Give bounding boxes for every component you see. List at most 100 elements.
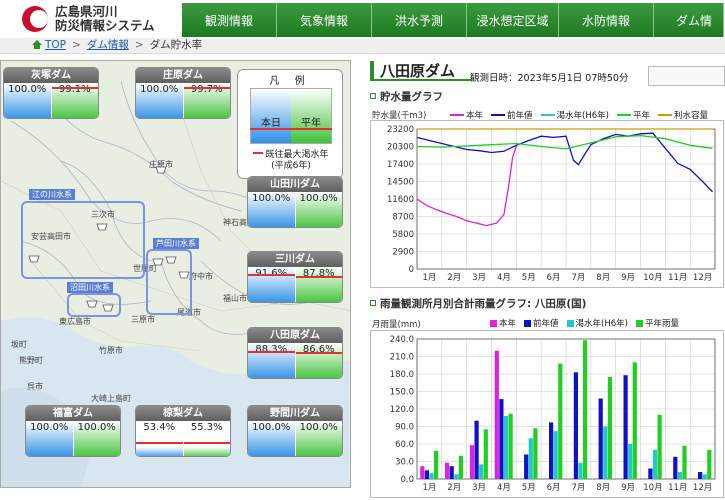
- bar: [623, 375, 628, 479]
- y-tick-label: 60.0: [395, 440, 414, 450]
- dam-average-gauge: 55.3%: [183, 421, 230, 456]
- water-system-region-nutada[interactable]: [67, 293, 121, 317]
- dam-detail-title: 八田原ダム: [370, 61, 472, 81]
- dam-map[interactable]: 庄原市 三次市 安芸高田市 世羅町 府中市 神石高原町 福山市 尾道市 三原市 …: [0, 60, 351, 488]
- bar: [445, 462, 450, 479]
- legend-average-label: 平年: [301, 118, 321, 129]
- bar: [429, 473, 434, 479]
- logo[interactable]: [22, 6, 48, 32]
- dam-name: 福富ダム: [26, 406, 120, 421]
- water-system-ashida[interactable]: 芦田川水系: [153, 238, 199, 249]
- nav-flood-defense[interactable]: 水防情報: [559, 3, 654, 37]
- dam-level-line: [295, 352, 342, 354]
- breadcrumb-separator: >: [134, 39, 144, 51]
- dam-level-line: [183, 442, 230, 444]
- bar: [583, 340, 588, 479]
- dam-yamadagawa[interactable]: 山田川ダム 100.0% 100.0%: [247, 176, 343, 228]
- legend-note-line1: 既往最大渇水年: [265, 150, 329, 160]
- nav-observation[interactable]: 観測情報: [182, 3, 277, 37]
- bar: [524, 454, 529, 479]
- dam-nomagawa[interactable]: 野間川ダム 100.0% 100.0%: [247, 405, 343, 457]
- dam-level-line: [51, 87, 98, 89]
- y-tick-label: 23200: [387, 125, 414, 135]
- dam-level-line: [295, 276, 342, 278]
- bar: [508, 413, 513, 479]
- legend-today: 本日: [251, 89, 291, 143]
- y-tick-label: 0: [409, 265, 414, 275]
- bar: [424, 470, 429, 480]
- dam-hattabara[interactable]: 八田原ダム 88.3% 86.6%: [247, 327, 343, 379]
- dam-average-gauge: 86.6%: [295, 343, 342, 378]
- legend-label: 本年: [499, 319, 517, 329]
- x-tick-label: 2月: [447, 273, 461, 283]
- drought-line-swatch: [253, 152, 264, 154]
- dam-today-value: 100.0%: [140, 84, 179, 95]
- dam-fill: [183, 447, 230, 456]
- y-tick-label: 120.0: [390, 405, 414, 415]
- nav-weather[interactable]: 気象情報: [277, 3, 372, 37]
- nav-inundation-area[interactable]: 浸水想定区域: [467, 3, 559, 37]
- city-saka: 坂町: [11, 340, 27, 349]
- water-system-nutada[interactable]: 沼田川水系: [67, 282, 113, 293]
- dam-shobara[interactable]: 庄原ダム 100.0% 99.7%: [135, 67, 231, 119]
- city-shobara: 庄原市: [149, 160, 173, 169]
- swatch: [524, 319, 532, 327]
- breadcrumb-top[interactable]: TOP: [45, 39, 66, 51]
- breadcrumb-current: ダム貯水率: [149, 39, 203, 51]
- dam-average-value: 100.0%: [77, 422, 116, 433]
- bar: [474, 420, 479, 479]
- bar: [479, 464, 484, 479]
- y-tick-label: 150.0: [390, 388, 414, 398]
- dam-haizuka[interactable]: 灰塚ダム 100.0% 99.1%: [3, 67, 99, 119]
- legend-title: 凡 例: [269, 76, 311, 87]
- dam-average-gauge: 99.7%: [183, 83, 230, 118]
- x-tick-label: 7月: [571, 273, 585, 283]
- water-system-region-ashida[interactable]: [146, 249, 192, 315]
- bar: [677, 472, 682, 479]
- swatch: [490, 319, 497, 327]
- dam-gauge: 100.0% 100.0%: [26, 421, 120, 456]
- water-system-gonokawa[interactable]: 江の川水系: [29, 189, 75, 200]
- swatch: [616, 114, 631, 116]
- nav-dam-info[interactable]: ダム情: [654, 3, 724, 37]
- dam-today-gauge: 100.0%: [26, 421, 74, 456]
- dam-today-gauge: 100.0%: [4, 83, 52, 118]
- city-kure: 呉市: [27, 382, 43, 391]
- dam-name: 椋梨ダム: [136, 406, 230, 421]
- dam-fukutomi[interactable]: 福富ダム 100.0% 100.0%: [25, 405, 121, 457]
- dam-today-gauge: 53.4%: [136, 421, 184, 456]
- city-takehara: 竹原市: [99, 346, 123, 355]
- bar: [573, 372, 578, 480]
- bar: [657, 414, 662, 479]
- water-system-region-gonokawa[interactable]: [21, 201, 145, 279]
- nav-flood-forecast[interactable]: 洪水予測: [372, 3, 467, 37]
- city-mihara: 三原市: [131, 315, 155, 324]
- x-tick-label: 1月: [422, 273, 436, 283]
- rain-graph-heading: 雨量観測所月別合計雨量グラフ: 八田原(国): [370, 296, 586, 311]
- dam-level-line: [136, 442, 183, 444]
- legend-average: 平年: [291, 89, 331, 143]
- bar: [578, 462, 583, 479]
- series-line-平年: [416, 134, 713, 150]
- x-tick-label: 7月: [571, 483, 585, 493]
- dam-mukunashi[interactable]: 椋梨ダム 53.4% 55.3%: [135, 405, 231, 457]
- y-tick-label: 2900: [392, 248, 414, 258]
- dam-detail-panel: 八田原ダム 観測日時：2023年5月1日 07時50分 貯水量グラフ 貯水量(千…: [360, 58, 725, 500]
- home-icon: [32, 40, 42, 49]
- bar: [533, 428, 538, 480]
- legend-average: 平年雨量: [635, 317, 679, 329]
- bar: [698, 472, 703, 479]
- breadcrumb-dam-info[interactable]: ダム情報: [87, 39, 129, 51]
- main-nav: 観測情報 気象情報 洪水予測 浸水想定区域 水防情報 ダム情: [182, 3, 724, 37]
- dam-level-line: [183, 87, 230, 89]
- swatch: [540, 114, 555, 116]
- dam-today-value: 100.0%: [252, 193, 291, 204]
- dam-today-value: 88.3%: [255, 344, 288, 355]
- swatch: [566, 319, 574, 327]
- site-title[interactable]: 広島県河川 防災情報システム: [55, 5, 155, 33]
- dam-mikawa[interactable]: 三川ダム91.6%87.8%: [247, 251, 343, 303]
- legend-drought-year: 渇水年(H6年): [566, 317, 628, 329]
- dam-average-gauge: 100.0%: [295, 192, 342, 227]
- x-tick-label: 2月: [447, 483, 461, 493]
- bar: [673, 456, 678, 479]
